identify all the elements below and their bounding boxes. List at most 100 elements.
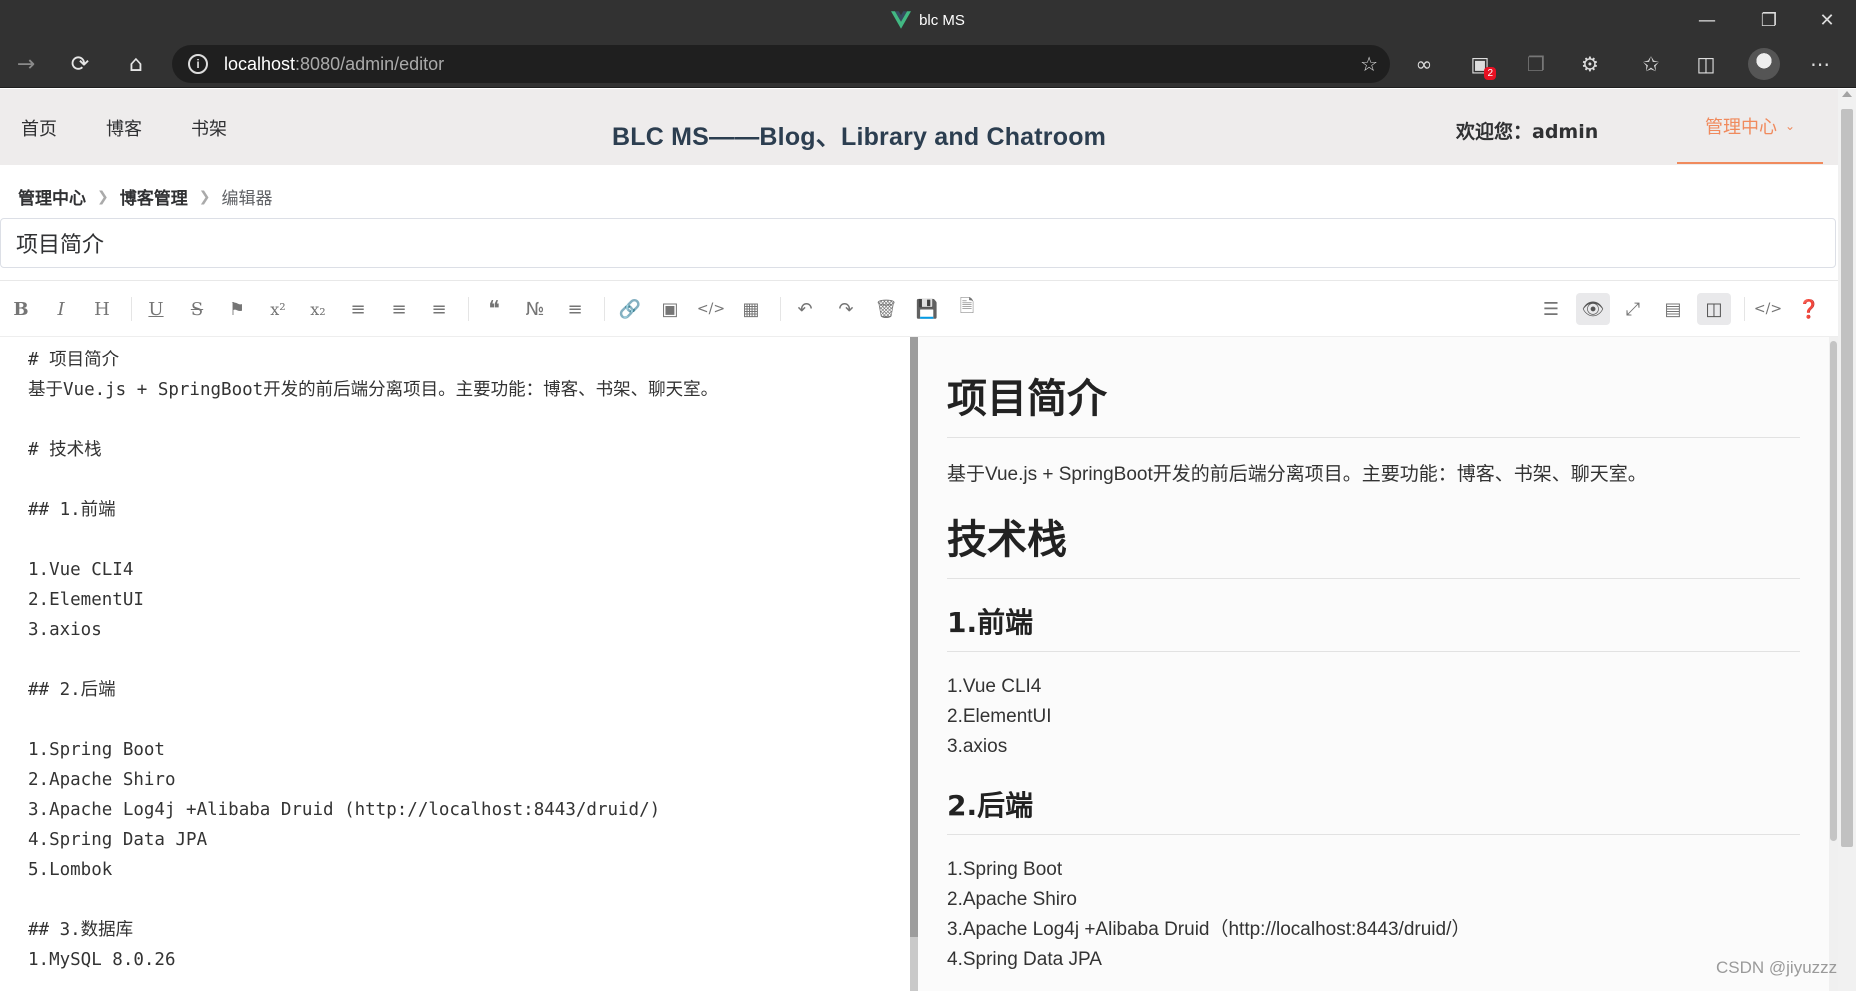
source-line[interactable]: ## 1.前端 <box>28 495 910 525</box>
profile-avatar[interactable] <box>1748 48 1780 80</box>
source-line[interactable]: 1.MySQL 8.0.26 <box>28 945 910 975</box>
redo-icon[interactable]: ↷ <box>831 293 861 325</box>
home-button[interactable]: ⌂ <box>118 46 154 82</box>
align-left-icon[interactable]: ≡ <box>343 293 373 325</box>
nav-blog[interactable]: 博客 <box>106 115 142 141</box>
html-code-icon[interactable]: </> <box>1753 293 1783 325</box>
page-scroll-thumb[interactable] <box>1841 109 1853 847</box>
list-item: 1.Vue CLI4 <box>947 676 1042 697</box>
nav-bookshelf[interactable]: 书架 <box>191 115 227 141</box>
preview-scroll-thumb[interactable] <box>1830 341 1837 841</box>
site-info-icon[interactable]: i <box>188 54 208 74</box>
collections-icon[interactable]: ◫ <box>1688 46 1724 82</box>
breadcrumb-admin-center[interactable]: 管理中心 <box>18 184 86 209</box>
read-mode-icon[interactable]: ▤ <box>1658 293 1688 325</box>
add-favorite-icon[interactable]: ☆ <box>1360 52 1378 76</box>
source-line[interactable] <box>28 405 910 435</box>
heading-icon[interactable]: H <box>87 293 117 325</box>
source-line[interactable] <box>28 885 910 915</box>
source-line[interactable]: 4.Spring Data JPA <box>28 825 910 855</box>
align-center-icon[interactable]: ≡ <box>384 293 414 325</box>
preview-toggle-icon[interactable]: 👁 <box>1576 293 1610 325</box>
preview-heading-intro: 项目简介 <box>947 371 1800 438</box>
source-line[interactable] <box>28 645 910 675</box>
subscript-icon[interactable]: x₂ <box>303 293 333 325</box>
source-line[interactable]: 2.Apache Shiro <box>28 765 910 795</box>
markdown-preview-pane: 项目简介 基于Vue.js + SpringBoot开发的前后端分离项目。主要功… <box>918 337 1838 991</box>
source-line[interactable]: 1.Vue CLI4 <box>28 555 910 585</box>
source-scroll-thumb[interactable] <box>910 337 918 937</box>
source-line[interactable]: 2.ElementUI <box>28 585 910 615</box>
code-icon[interactable]: </> <box>696 293 726 325</box>
preview-intro-text: 基于Vue.js + SpringBoot开发的前后端分离项目。主要功能：博客、… <box>947 464 1647 485</box>
source-line[interactable]: 3.Apache Log4j +Alibaba Druid (http://lo… <box>28 795 910 825</box>
source-line[interactable]: # 技术栈 <box>28 435 910 465</box>
strikethrough-icon[interactable]: S <box>182 293 212 325</box>
nav-home[interactable]: 首页 <box>21 115 57 141</box>
source-line[interactable]: 3.axios <box>28 615 910 645</box>
ordered-list-icon[interactable]: № <box>520 293 550 325</box>
superscript-icon[interactable]: x² <box>263 293 293 325</box>
undo-icon[interactable]: ↶ <box>790 293 820 325</box>
url-host: localhost <box>224 53 296 74</box>
quote-icon[interactable]: ❝ <box>479 293 509 325</box>
favorites-icon[interactable]: ✩ <box>1633 46 1669 82</box>
editor-toolbar: B I H U S ⚑ x² x₂ ≡ ≡ ≡ ❝ № ≡ 🔗 ▣ </> ▦ … <box>0 281 1838 337</box>
toolbar-divider <box>1744 297 1745 321</box>
reading-list-icon[interactable]: ❐ <box>1518 46 1554 82</box>
url-text[interactable]: localhost:8080/admin/editor <box>224 54 444 75</box>
help-icon[interactable]: ❓ <box>1794 293 1824 325</box>
infinity-extension-icon[interactable]: ∞ <box>1406 46 1442 82</box>
source-pane-scrollbar[interactable] <box>910 337 918 991</box>
more-menu-icon[interactable]: ⋯ <box>1802 46 1838 82</box>
source-line[interactable] <box>28 705 910 735</box>
fullscreen-icon[interactable]: ⤢ <box>1618 293 1648 325</box>
source-line[interactable]: 基于Vue.js + SpringBoot开发的前后端分离项目。主要功能：博客、… <box>28 375 910 405</box>
table-icon[interactable]: ▦ <box>736 293 766 325</box>
window-title-area: blc MS <box>0 0 1856 40</box>
underline-icon[interactable]: U <box>141 293 171 325</box>
source-line[interactable] <box>28 525 910 555</box>
source-line[interactable]: 1.Spring Boot <box>28 735 910 765</box>
italic-icon[interactable]: I <box>46 293 76 325</box>
source-line[interactable]: ## 3.数据库 <box>28 915 910 945</box>
trash-icon[interactable]: 🗑 <box>871 293 901 325</box>
image-icon[interactable]: ▣ <box>655 293 685 325</box>
window-title: blc MS <box>919 11 965 29</box>
unordered-list-icon[interactable]: ≡ <box>560 293 590 325</box>
markdown-source-pane[interactable]: # 项目简介 基于Vue.js + SpringBoot开发的前后端分离项目。主… <box>0 337 910 991</box>
source-line[interactable]: # 项目简介 <box>28 345 910 375</box>
article-title-input[interactable] <box>0 218 1836 268</box>
browser-toolbar: → ⟳ ⌂ i localhost:8080/admin/editor ☆ ∞ … <box>0 40 1856 88</box>
source-line[interactable]: ## 2.后端 <box>28 675 910 705</box>
page-scrollbar[interactable] <box>1838 89 1856 991</box>
minimize-button[interactable]: — <box>1680 0 1734 40</box>
preview-pane-scrollbar[interactable] <box>1829 337 1838 991</box>
vue-logo-icon <box>891 11 912 29</box>
close-window-button[interactable]: ✕ <box>1800 0 1854 40</box>
restore-button[interactable]: ❐ <box>1742 0 1796 40</box>
align-right-icon[interactable]: ≡ <box>424 293 454 325</box>
breadcrumb-blog-management[interactable]: 博客管理 <box>120 184 188 209</box>
extensions-puzzle-icon[interactable]: ⚙ <box>1572 46 1608 82</box>
split-view-icon[interactable]: ◫ <box>1697 293 1731 325</box>
admin-center-menu[interactable]: 管理中心 ⌄ <box>1677 89 1823 164</box>
bold-icon[interactable]: B <box>6 293 36 325</box>
markdown-editor: B I H U S ⚑ x² x₂ ≡ ≡ ≡ ❝ № ≡ 🔗 ▣ </> ▦ … <box>0 280 1838 991</box>
forward-button[interactable]: → <box>8 46 44 82</box>
save-icon[interactable]: 💾 <box>912 293 942 325</box>
document-icon[interactable]: 🗎 <box>952 293 982 325</box>
mark-icon[interactable]: ⚑ <box>222 293 252 325</box>
breadcrumb: 管理中心 ❯ 博客管理 ❯ 编辑器 <box>18 184 273 210</box>
extension-icon[interactable]: ▣ 2 <box>1462 46 1498 82</box>
toolbar-divider <box>604 297 605 321</box>
url-path: :8080/admin/editor <box>295 53 445 74</box>
link-icon[interactable]: 🔗 <box>615 293 645 325</box>
navigation-icon[interactable]: ☰ <box>1536 293 1566 325</box>
address-bar[interactable]: i localhost:8080/admin/editor ☆ <box>172 45 1390 83</box>
scroll-up-arrow-icon[interactable] <box>1842 91 1852 97</box>
breadcrumb-editor: 编辑器 <box>221 189 273 209</box>
refresh-button[interactable]: ⟳ <box>62 46 98 82</box>
source-line[interactable]: 5.Lombok <box>28 855 910 885</box>
source-line[interactable] <box>28 465 910 495</box>
